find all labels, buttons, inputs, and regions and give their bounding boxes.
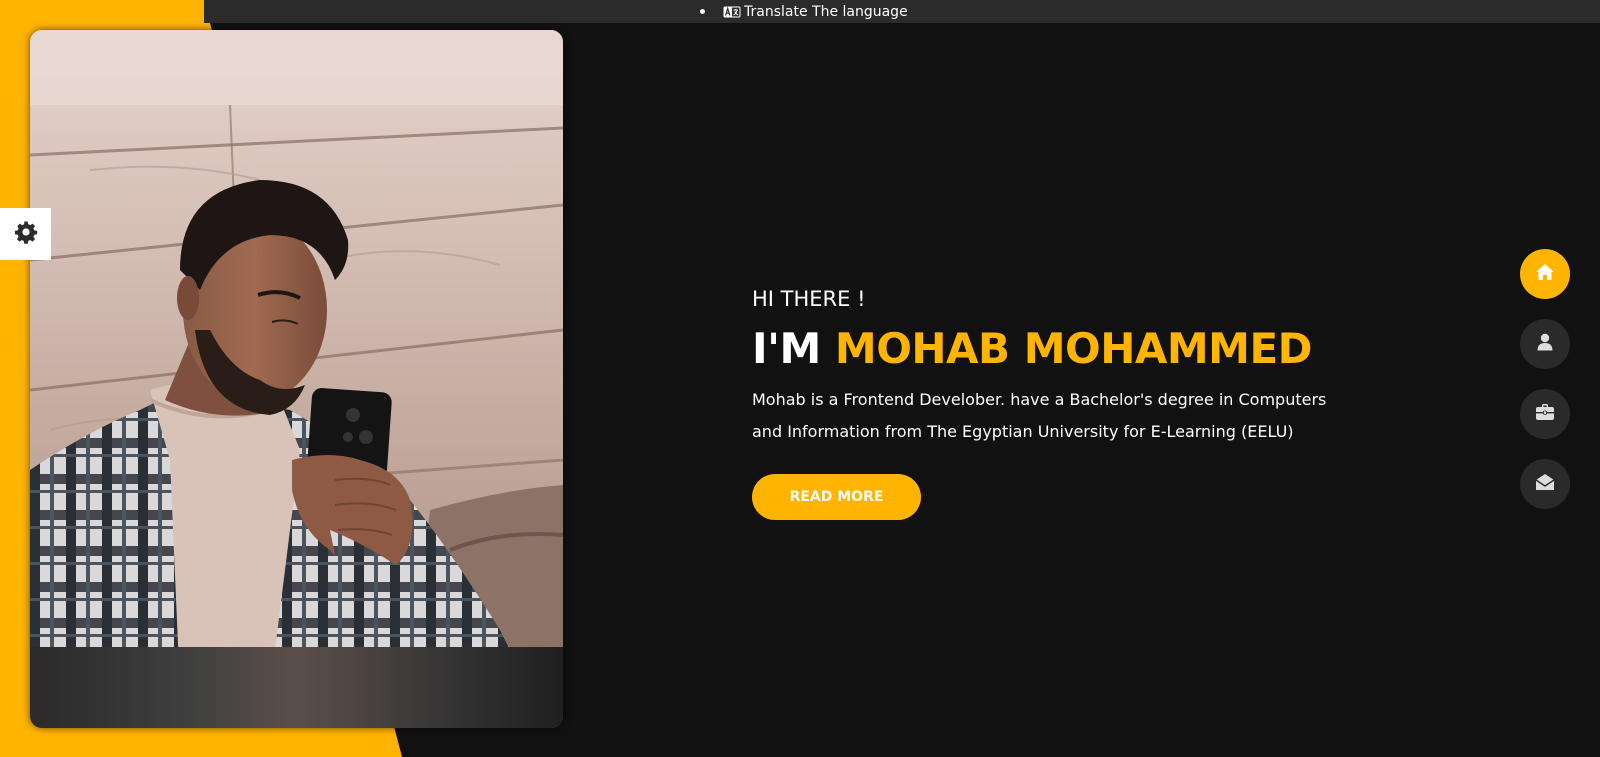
name: MOHAB MOHAMMED <box>834 324 1313 373</box>
page-title: I'M MOHAB MOHAMMED <box>752 324 1392 374</box>
gear-icon <box>14 220 38 249</box>
user-icon <box>1537 333 1553 356</box>
language-icon <box>723 5 741 18</box>
nav-contact-button[interactable] <box>1520 459 1570 509</box>
nav-about-button[interactable] <box>1520 319 1570 369</box>
side-nav <box>1520 249 1570 529</box>
translate-language-link[interactable]: Translate The language <box>700 0 908 23</box>
hero-section: HI THERE ! I'M MOHAB MOHAMMED Mohab is a… <box>752 284 1392 520</box>
briefcase-icon <box>1535 403 1555 426</box>
name-prefix: I'M <box>752 324 821 373</box>
envelope-open-icon <box>1535 473 1555 496</box>
bullet <box>700 9 705 14</box>
profile-photo <box>30 30 563 728</box>
translate-label: Translate The language <box>744 3 908 20</box>
page: Translate The language HI THERE ! I'M MO… <box>0 0 1600 757</box>
nav-portfolio-button[interactable] <box>1520 389 1570 439</box>
nav-home-button[interactable] <box>1520 249 1570 299</box>
read-more-button[interactable]: READ MORE <box>752 474 921 520</box>
description: Mohab is a Frontend Develober. have a Ba… <box>752 390 1327 441</box>
settings-button[interactable] <box>0 208 51 260</box>
home-icon <box>1535 263 1555 286</box>
greeting: HI THERE ! <box>752 287 866 311</box>
